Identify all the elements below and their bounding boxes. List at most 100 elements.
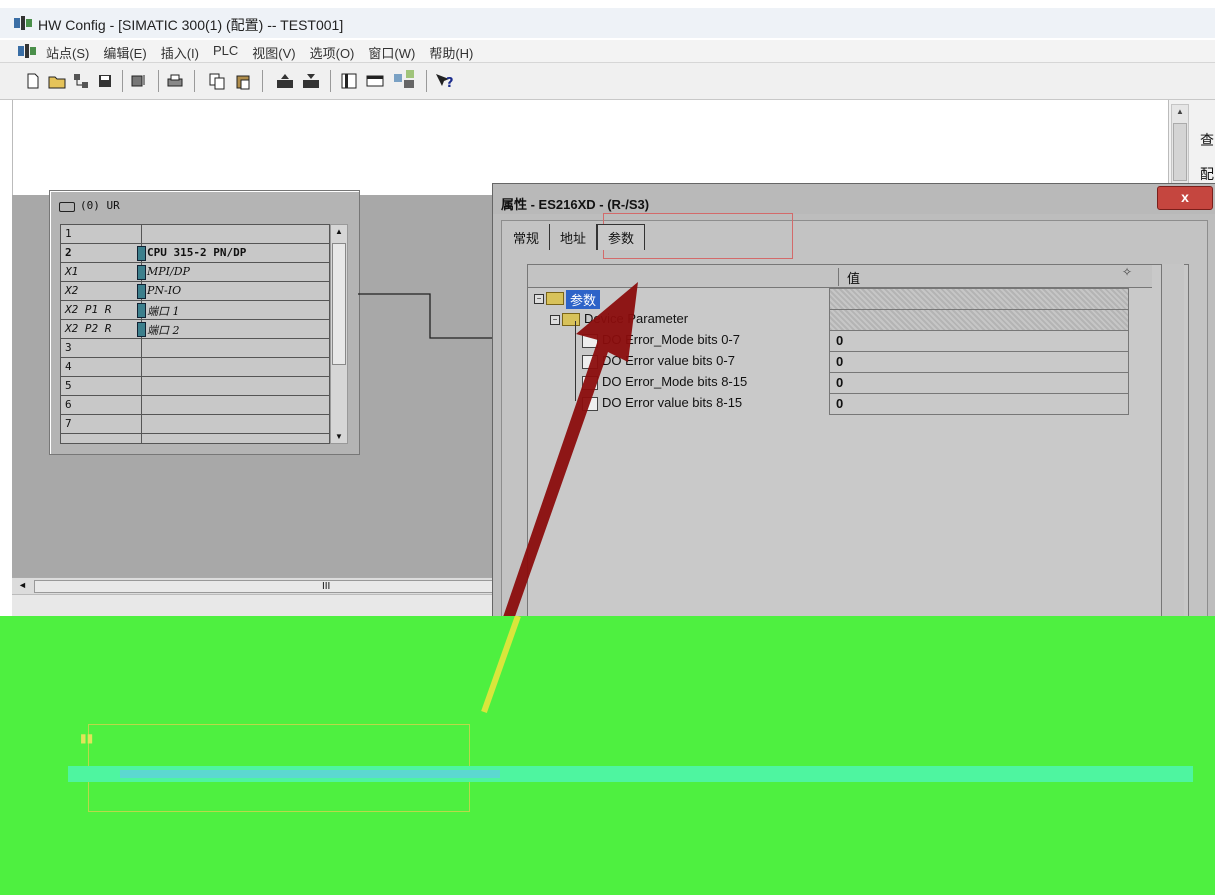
station-menu-icon[interactable] <box>18 44 36 58</box>
copy-icon[interactable] <box>208 72 226 90</box>
close-button[interactable]: x <box>1157 186 1213 210</box>
rack-row[interactable]: 5 <box>61 377 329 396</box>
rack-row[interactable]: 2 CPU 315-2 PN/DP <box>61 244 329 263</box>
profinet-connection-line <box>358 293 493 339</box>
menu-plc[interactable]: PLC <box>213 43 238 62</box>
open-folder-icon[interactable] <box>48 72 66 90</box>
slot-number: 1 <box>65 227 72 240</box>
rack-row[interactable]: 3 <box>61 339 329 358</box>
tree-root-label: 参数 <box>566 290 601 309</box>
parameter-row[interactable]: DO Error_Mode bits 0-7 0 <box>528 330 1129 352</box>
new-icon[interactable] <box>24 72 42 90</box>
save-icon[interactable] <box>96 72 114 90</box>
dialog-title-bar[interactable]: 属性 - ES216XD - (R-/S3) x <box>493 184 1215 214</box>
scroll-left-icon[interactable]: ◄ <box>18 580 27 590</box>
detail-view-header <box>12 594 494 617</box>
station-horizontal-scrollbar[interactable]: ◄ III <box>12 577 506 594</box>
folder-open-icon <box>562 313 580 326</box>
accessible-nodes-icon[interactable] <box>72 72 90 90</box>
value-cell <box>829 288 1129 310</box>
rack-title: (0) UR <box>80 199 120 212</box>
value-column-header: 值 <box>838 268 860 286</box>
scroll-up-icon[interactable]: ▲ <box>335 227 343 236</box>
tree-root-row[interactable]: − 参数 <box>528 288 1129 310</box>
parameter-value-field[interactable]: 0 <box>829 330 1129 352</box>
menu-options[interactable]: 选项(O) <box>310 43 355 62</box>
menu-help[interactable]: 帮助(H) <box>429 43 473 62</box>
paste-icon[interactable] <box>234 72 252 90</box>
module-name: 端口 2 <box>147 324 180 337</box>
catalog-scrollbar[interactable]: ▲ <box>1171 104 1189 188</box>
rack-row[interactable]: 7 <box>61 415 329 434</box>
slot-number: 7 <box>65 417 72 430</box>
collapse-icon[interactable]: − <box>534 294 544 304</box>
parameter-value-field[interactable]: 0 <box>829 393 1129 415</box>
parameter-value-field[interactable]: 0 <box>829 351 1129 373</box>
menu-window[interactable]: 窗口(W) <box>368 43 415 62</box>
tree-group-row[interactable]: − Device Parameter <box>528 309 1129 331</box>
parameter-value-field[interactable]: 0 <box>829 372 1129 394</box>
catalog-icon[interactable] <box>340 72 358 90</box>
scroll-down-icon[interactable]: ▼ <box>335 432 343 441</box>
module-down-icon[interactable] <box>302 72 320 90</box>
menu-station[interactable]: 站点(S) <box>46 43 89 62</box>
rack-row[interactable]: X1 MPI/DP <box>61 263 329 282</box>
tab-addresses[interactable]: 地址 <box>550 224 598 250</box>
scroll-up-icon[interactable]: ▲ <box>1176 107 1184 116</box>
scroll-thumb[interactable]: III <box>34 580 506 593</box>
interface-icon <box>137 265 146 280</box>
parameter-name: DO Error_Mode bits 0-7 <box>602 332 740 347</box>
module-name: 端口 1 <box>147 305 180 318</box>
rack-window[interactable]: (0) UR 1 2 CPU 315-2 PN/DP X1 MPI/DP X2 … <box>49 190 360 455</box>
collapse-icon[interactable]: − <box>550 315 560 325</box>
print-icon[interactable] <box>166 72 184 90</box>
parameter-table-header: 值 ✧ <box>528 265 1152 288</box>
toolbar-separator <box>194 70 195 92</box>
help-pointer-icon[interactable]: ? <box>434 72 456 90</box>
toolbar-separator <box>426 70 427 92</box>
parameter-panel: 值 ✧ − 参数 − Device Parameter DO Error_Mod… <box>527 264 1189 620</box>
rack-row[interactable]: X2 P1 R 端口 1 <box>61 301 329 320</box>
parameter-icon <box>582 376 598 390</box>
scroll-thumb[interactable] <box>1173 123 1187 181</box>
slot-number: X2 <box>65 284 79 297</box>
parameter-row[interactable]: DO Error value bits 0-7 0 <box>528 351 1129 373</box>
rack-scrollbar[interactable]: ▲ ▼ <box>330 224 348 444</box>
hw-config-app-icon <box>14 16 32 30</box>
rack-row[interactable]: 1 <box>61 225 329 244</box>
module-up-icon[interactable] <box>276 72 294 90</box>
tab-general[interactable]: 常规 <box>503 224 551 250</box>
menu-view[interactable]: 视图(V) <box>252 43 295 62</box>
network-config-icon[interactable] <box>392 68 418 90</box>
module-name: PN-IO <box>147 284 182 297</box>
toolbar-separator <box>158 70 159 92</box>
parameter-row[interactable]: DO Error_Mode bits 8-15 0 <box>528 372 1129 394</box>
slot-number: 4 <box>65 360 72 373</box>
parameter-row[interactable]: DO Error value bits 8-15 0 <box>528 393 1129 415</box>
tab-parameters[interactable]: 参数 <box>597 224 646 250</box>
rack-row[interactable]: X2 PN-IO <box>61 282 329 301</box>
rack-row[interactable]: 6 <box>61 396 329 415</box>
arrow-ghost-line <box>481 616 521 714</box>
rack-icon <box>59 202 75 212</box>
catalog-panel: ▲ 查 配 <box>1168 100 1215 190</box>
parameter-value: 0 <box>836 354 844 369</box>
download-icon[interactable] <box>130 72 148 90</box>
window-icon[interactable] <box>366 72 384 90</box>
interface-icon <box>137 284 146 299</box>
menu-edit[interactable]: 编辑(E) <box>103 43 146 62</box>
port-icon <box>137 303 146 318</box>
slot-number: X1 <box>65 265 79 278</box>
rack-row[interactable]: X2 P2 R 端口 2 <box>61 320 329 339</box>
parameter-value: 0 <box>836 333 844 348</box>
rack-row[interactable]: 4 <box>61 358 329 377</box>
scroll-thumb[interactable] <box>332 243 346 365</box>
pin-icon[interactable]: ✧ <box>1122 265 1132 279</box>
menu-insert[interactable]: 插入(I) <box>161 43 199 62</box>
parameter-icon <box>582 397 598 411</box>
catalog-profile-label: 配 <box>1200 166 1214 182</box>
corrupted-green-region: ▮▮ <box>0 616 1215 895</box>
cpu-module-icon <box>137 246 146 261</box>
slot-number: 3 <box>65 341 72 354</box>
dialog-title: 属性 - ES216XD - (R-/S3) <box>501 197 650 212</box>
